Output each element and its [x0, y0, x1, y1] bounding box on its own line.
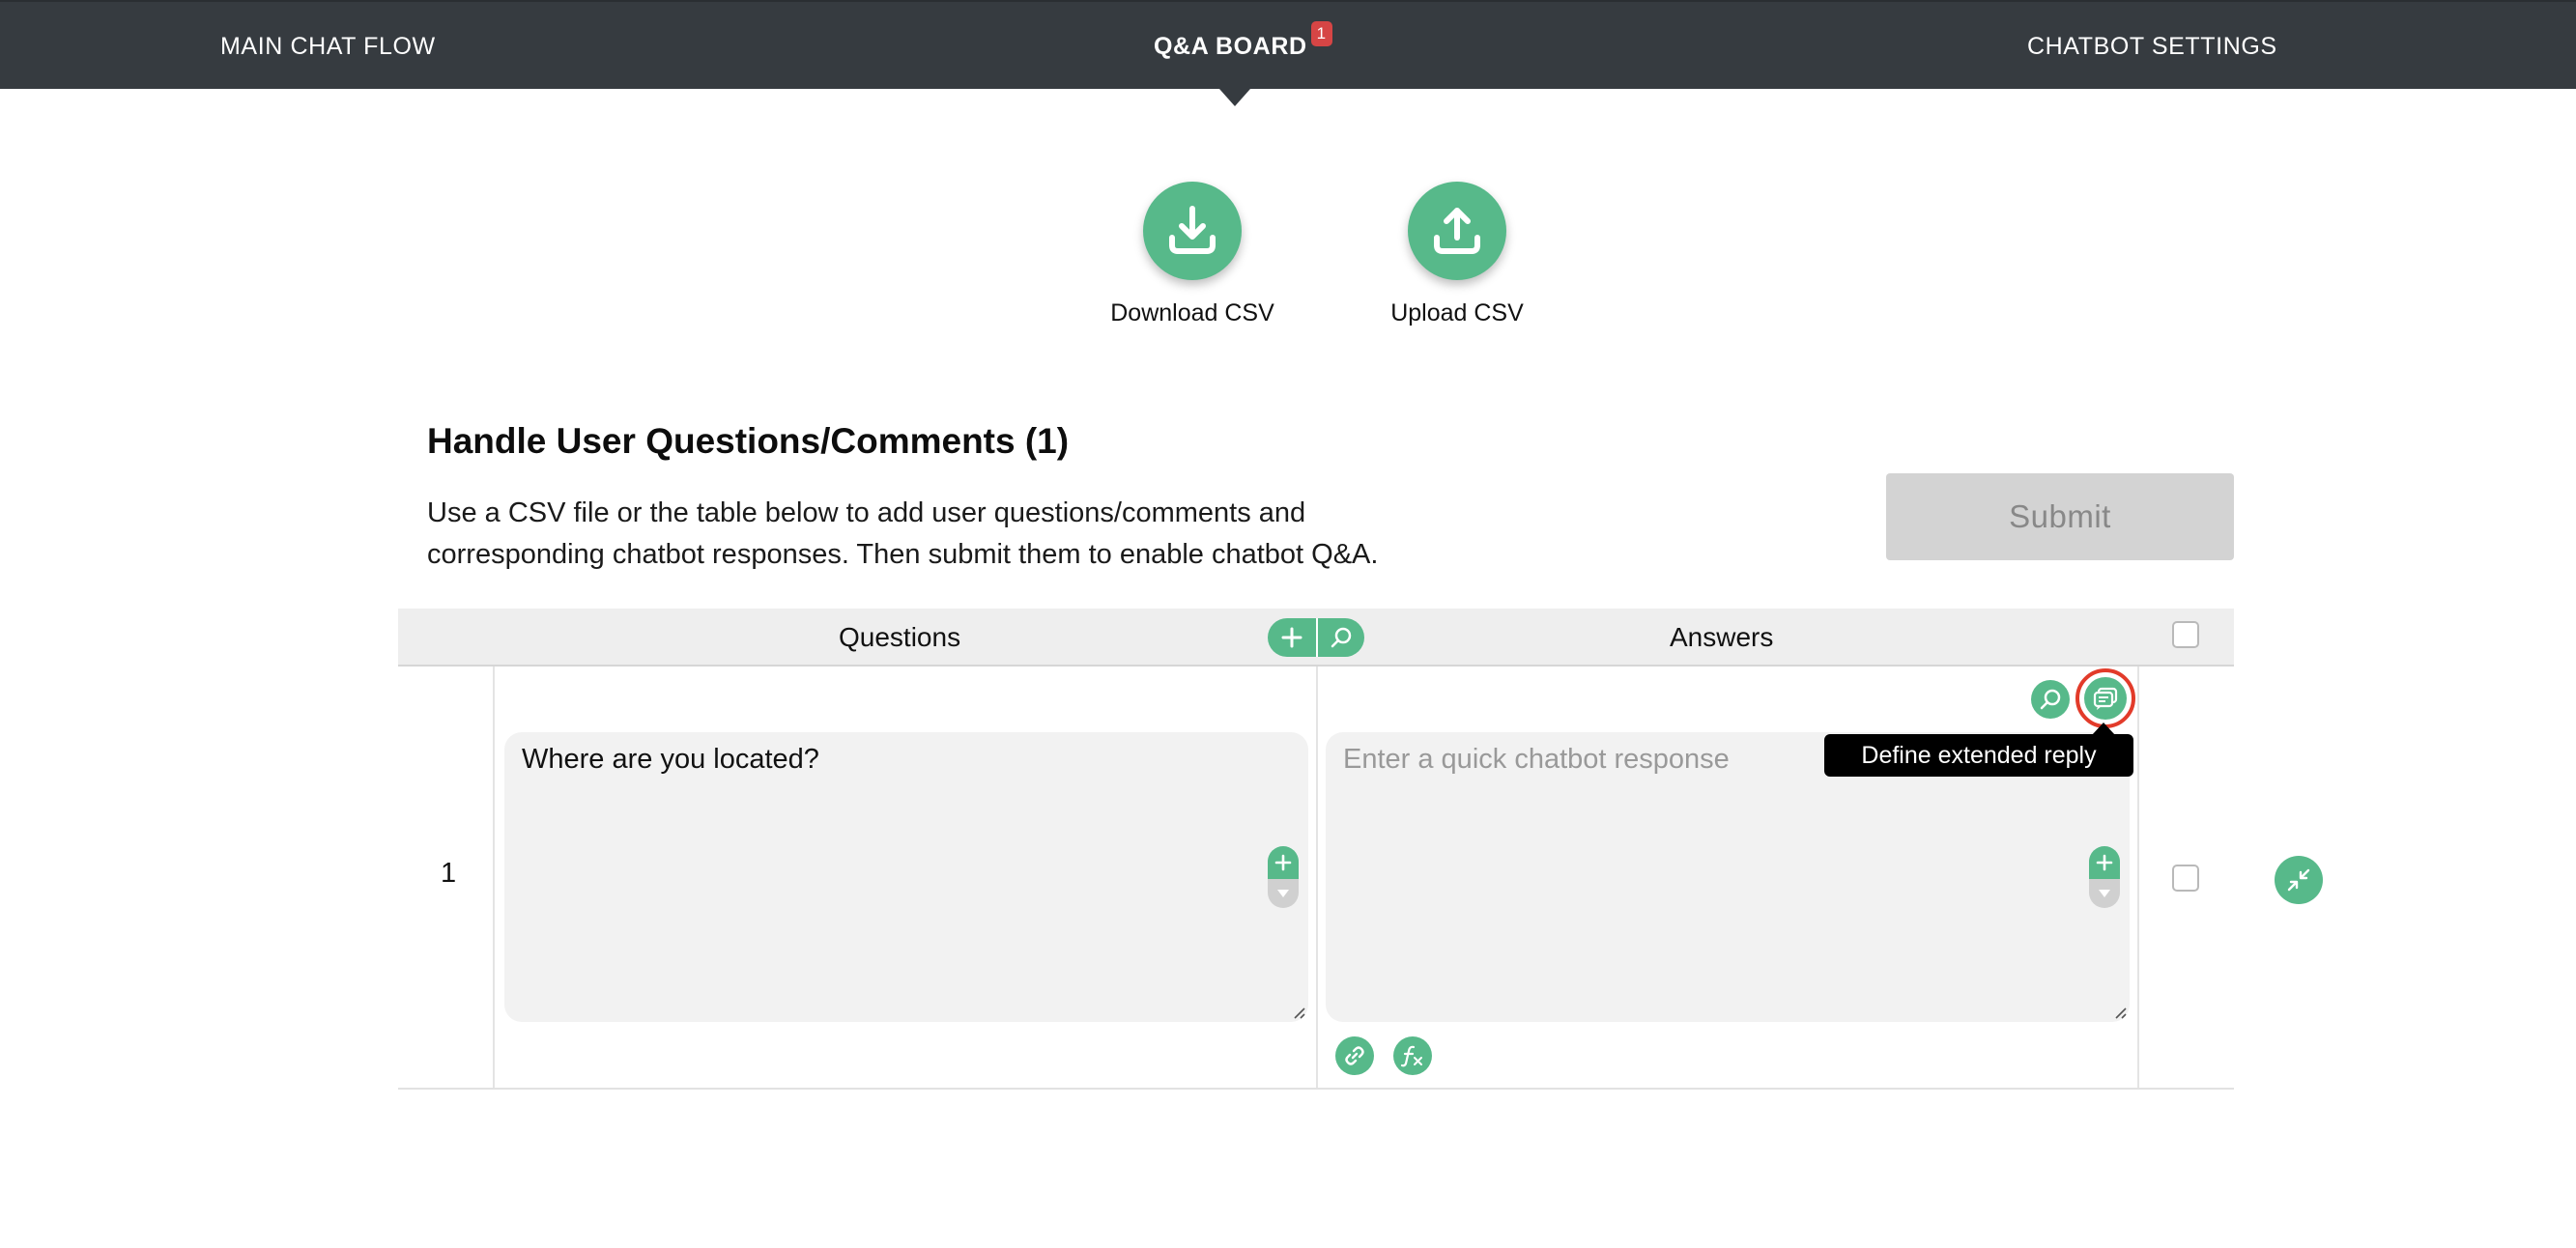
select-all-checkbox[interactable]: [2172, 621, 2199, 648]
answers-column-header: Answers: [1670, 622, 1774, 652]
plus-icon: [2096, 854, 2113, 871]
row-divider: [398, 1088, 2234, 1090]
submit-button[interactable]: Submit: [1886, 473, 2234, 560]
row-select-checkbox[interactable]: [2172, 865, 2199, 892]
question-actions-group: [1268, 618, 1364, 657]
download-csv-button[interactable]: [1143, 182, 1242, 280]
expand-variants-button[interactable]: [1268, 879, 1299, 908]
resize-grip-icon[interactable]: [1291, 1005, 1306, 1020]
extended-reply-tooltip: Define extended reply: [1824, 734, 2133, 777]
link-icon: [1345, 1046, 1364, 1065]
function-button[interactable]: [1393, 1036, 1432, 1075]
search-questions-button[interactable]: [1316, 618, 1364, 657]
nav-tab-chatbot-settings[interactable]: CHATBOT SETTINGS: [2027, 2, 2277, 91]
nav-tab-label: CHATBOT SETTINGS: [2027, 33, 2277, 60]
plus-icon: [1281, 627, 1302, 648]
section-title: Handle User Questions/Comments (1): [427, 421, 1070, 461]
collapse-row-button[interactable]: [2275, 856, 2323, 904]
questions-column-header: Questions: [839, 622, 961, 652]
upload-icon: [1434, 208, 1480, 254]
download-csv-label: Download CSV: [1110, 299, 1274, 326]
column-divider: [1316, 667, 1318, 1088]
column-divider: [493, 667, 495, 1088]
add-question-button[interactable]: [1268, 618, 1316, 657]
nav-tab-label: Q&A BOARD: [1154, 33, 1307, 60]
expand-answer-variants-button[interactable]: [2089, 879, 2120, 908]
search-icon: [2040, 689, 2061, 710]
chevron-down-icon: [2099, 890, 2110, 897]
row-number: 1: [441, 858, 457, 889]
upload-csv-button[interactable]: [1408, 182, 1506, 280]
top-navbar: MAIN CHAT FLOW Q&A BOARD 1 CHATBOT SETTI…: [0, 0, 2576, 89]
link-button[interactable]: [1335, 1036, 1374, 1075]
column-divider: [2137, 667, 2139, 1088]
notification-badge: 1: [1310, 21, 1332, 46]
section-description: Use a CSV file or the table below to add…: [427, 497, 1379, 570]
collapse-icon: [2287, 868, 2310, 892]
question-stepper: [1268, 846, 1299, 912]
nav-tab-main-chat-flow[interactable]: MAIN CHAT FLOW: [220, 2, 436, 91]
add-answer-variant-button[interactable]: [2089, 846, 2120, 879]
download-icon: [1169, 206, 1216, 254]
chevron-down-icon: [1277, 890, 1289, 897]
search-icon: [1331, 627, 1352, 648]
answer-stepper: [2089, 846, 2120, 912]
search-answers-button[interactable]: [2031, 680, 2070, 719]
add-variant-button[interactable]: [1268, 846, 1299, 879]
highlight-ring: [2075, 668, 2135, 728]
upload-csv-label: Upload CSV: [1390, 299, 1524, 326]
nav-tab-qa-board[interactable]: Q&A BOARD 1: [1154, 2, 1332, 91]
active-tab-caret: [1219, 89, 1250, 106]
nav-tab-label: MAIN CHAT FLOW: [220, 33, 436, 60]
plus-icon: [1274, 854, 1292, 871]
function-icon: [1400, 1045, 1422, 1067]
question-textarea[interactable]: Where are you located?: [504, 732, 1308, 1022]
resize-grip-icon[interactable]: [2112, 1005, 2128, 1020]
